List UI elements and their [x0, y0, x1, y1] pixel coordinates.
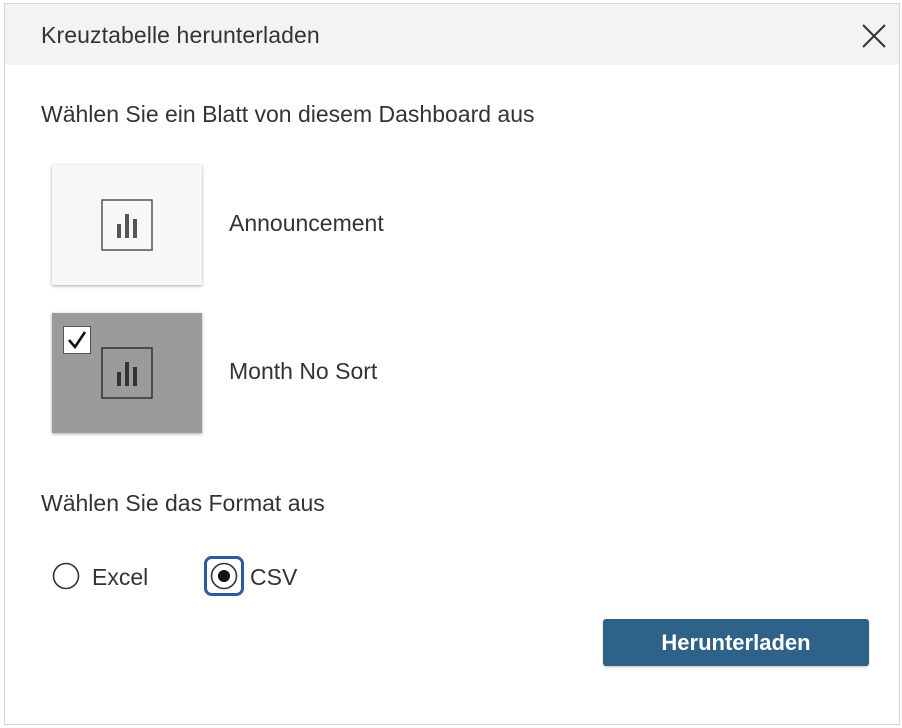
sheet-checkbox[interactable] [63, 326, 91, 354]
format-prompt: Wählen Sie das Format aus [41, 490, 325, 516]
sheet-prompt: Wählen Sie ein Blatt von diesem Dashboar… [41, 101, 535, 127]
bar-chart-icon [101, 199, 153, 251]
sheet-thumbnail[interactable] [52, 165, 202, 285]
radio-unselected-icon[interactable] [52, 562, 80, 590]
close-icon [862, 24, 886, 48]
sheet-item-announcement[interactable]: Announcement [52, 165, 572, 285]
dialog-header: Kreuztabelle herunterladen [5, 4, 899, 65]
sheet-name: Announcement [229, 210, 384, 236]
radio-selected-icon[interactable] [204, 556, 244, 596]
download-button[interactable]: Herunterladen [603, 619, 869, 666]
sheet-thumbnail[interactable] [52, 313, 202, 433]
download-crosstab-dialog: Kreuztabelle herunterladen Wählen Sie ei… [4, 3, 900, 725]
close-button[interactable] [860, 22, 888, 50]
sheet-item-month-no-sort[interactable]: Month No Sort [52, 313, 572, 433]
format-option-label: Excel [92, 564, 149, 590]
bar-chart-icon [101, 347, 153, 399]
format-option-excel[interactable]: Excel [52, 556, 162, 596]
checkmark-icon [68, 331, 87, 350]
format-option-label: CSV [250, 564, 298, 590]
dialog-title: Kreuztabelle herunterladen [41, 22, 320, 48]
sheet-name: Month No Sort [229, 358, 378, 384]
format-option-csv[interactable]: CSV [204, 556, 316, 596]
